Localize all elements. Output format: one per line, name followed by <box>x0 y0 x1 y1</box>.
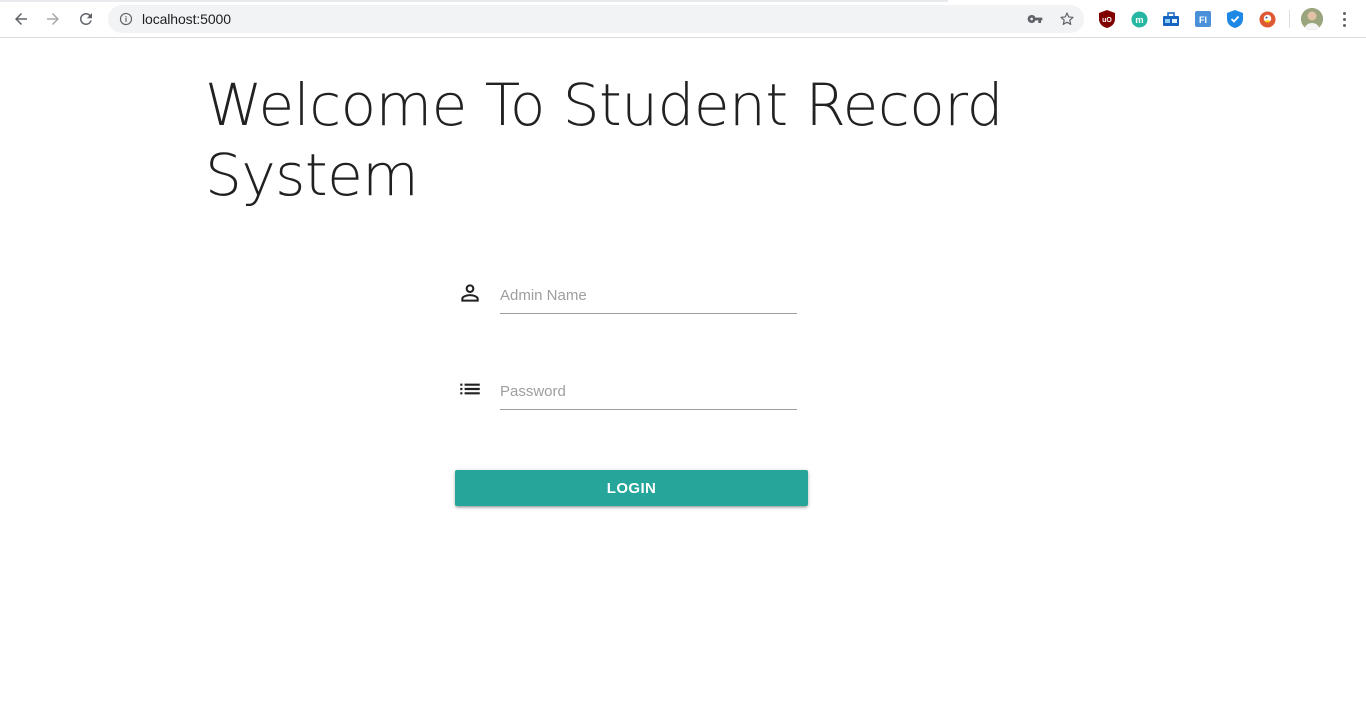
fi-extension[interactable]: FI <box>1194 10 1212 28</box>
bookmark-star-icon[interactable] <box>1057 9 1077 29</box>
ublock-origin-extension[interactable]: uO <box>1098 10 1116 28</box>
address-bar[interactable]: localhost:5000 <box>108 5 1084 33</box>
site-info-icon[interactable] <box>118 11 134 27</box>
m-circle-icon: m <box>1130 10 1148 28</box>
toolbar-divider <box>1289 10 1290 28</box>
svg-text:uO: uO <box>1102 17 1112 24</box>
back-button[interactable] <box>9 7 33 31</box>
person-icon <box>455 278 485 308</box>
browser-menu-button[interactable] <box>1336 9 1352 29</box>
ublock-icon: uO <box>1099 10 1115 28</box>
menu-dot <box>1342 23 1346 27</box>
loading-indicator <box>0 0 948 2</box>
toolbox-icon <box>1163 12 1179 26</box>
arrow-right-icon <box>47 13 59 25</box>
login-button[interactable]: LOGIN <box>455 470 808 506</box>
fi-icon: FI <box>1195 11 1211 27</box>
svg-text:FI: FI <box>1199 15 1207 25</box>
profile-avatar[interactable] <box>1301 8 1323 30</box>
toolbox-extension[interactable] <box>1162 10 1180 28</box>
arrow-left-icon <box>15 13 27 25</box>
password-key-icon[interactable] <box>1025 9 1045 29</box>
menu-dot <box>1342 11 1346 15</box>
duckduckgo-icon <box>1258 10 1276 28</box>
reload-button[interactable] <box>74 7 98 31</box>
avatar-icon <box>1301 8 1323 30</box>
mercury-extension[interactable]: m <box>1130 10 1148 28</box>
admin-name-field <box>455 278 800 324</box>
page-title: Welcome To Student Record System <box>205 71 1003 209</box>
url-text[interactable]: localhost:5000 <box>142 11 231 27</box>
browser-toolbar: localhost:5000 uO m FI <box>0 0 1366 38</box>
duckduckgo-extension[interactable] <box>1258 10 1276 28</box>
shield-extension[interactable] <box>1226 10 1244 28</box>
menu-dot <box>1342 17 1346 21</box>
password-input[interactable] <box>500 374 797 410</box>
password-field <box>455 374 800 420</box>
reload-icon <box>80 12 92 25</box>
list-icon <box>455 374 485 404</box>
forward-button[interactable] <box>41 7 65 31</box>
svg-text:m: m <box>1135 14 1143 25</box>
shield-check-icon <box>1227 10 1243 28</box>
admin-name-input[interactable] <box>500 278 797 314</box>
